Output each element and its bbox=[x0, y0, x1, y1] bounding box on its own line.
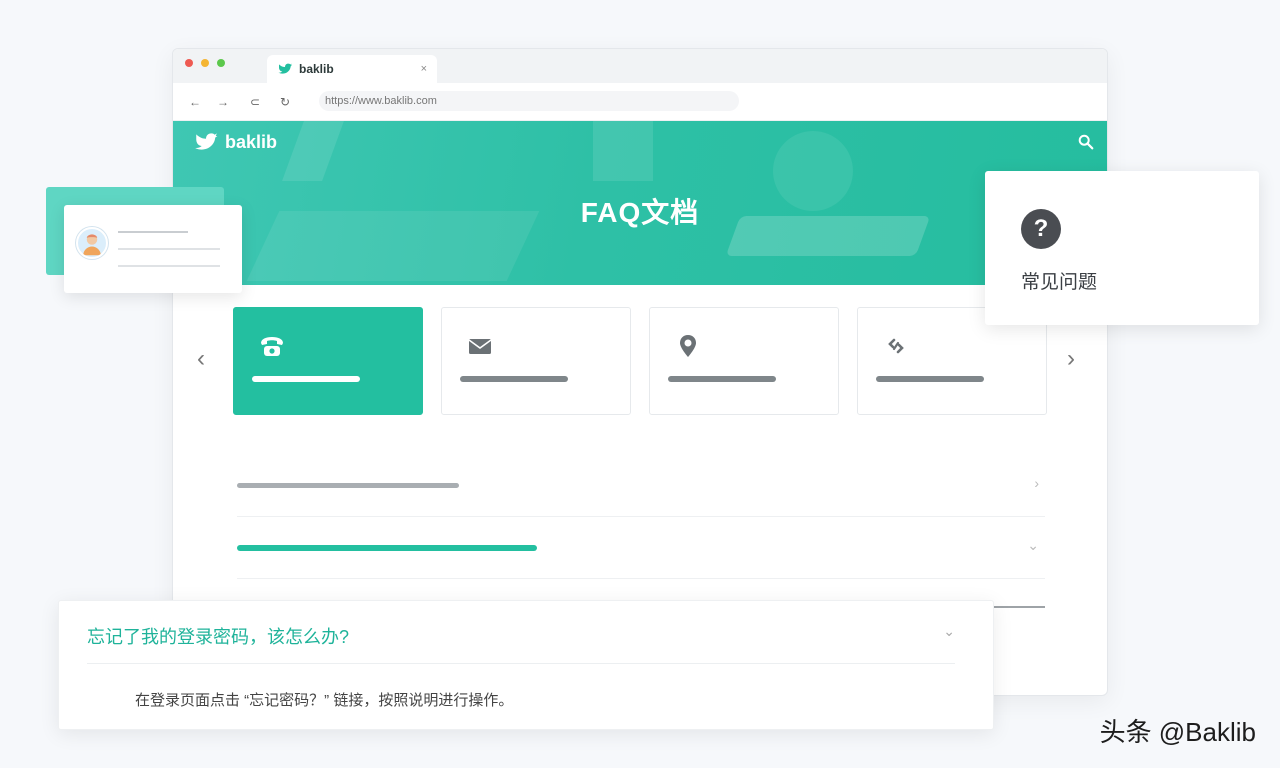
faq-answer: 在登录页面点击 “忘记密码？” 链接，按照说明进行操作。 bbox=[135, 692, 514, 709]
browser-tab[interactable]: baklib × bbox=[267, 55, 437, 83]
card-label-bar bbox=[460, 376, 568, 382]
list-item-bar bbox=[237, 483, 459, 488]
tab-bar: baklib × bbox=[173, 49, 1107, 83]
avatar bbox=[76, 227, 108, 259]
back-icon[interactable]: ← bbox=[187, 95, 203, 109]
url-input[interactable] bbox=[319, 91, 739, 111]
refresh-icon[interactable]: ↻ bbox=[277, 95, 293, 109]
faq-list-item-active[interactable]: ⌄ bbox=[237, 517, 1045, 579]
question-icon: ? bbox=[1021, 209, 1061, 249]
link-icon bbox=[888, 338, 904, 354]
user-detail-line bbox=[118, 265, 220, 267]
address-bar: ← → ⊂ ↻ bbox=[173, 83, 1107, 121]
browser-window: baklib × ← → ⊂ ↻ baklib FAQ文档 ‹ › bbox=[172, 48, 1108, 696]
card-label-bar bbox=[252, 376, 360, 382]
mail-icon bbox=[468, 339, 492, 354]
card-label-bar bbox=[876, 376, 984, 382]
chevron-down-icon[interactable]: ⌄ bbox=[943, 623, 955, 640]
location-pin-icon bbox=[680, 335, 696, 357]
search-icon[interactable] bbox=[1077, 133, 1095, 151]
baklib-bird-icon bbox=[195, 133, 218, 150]
tab-title: baklib bbox=[299, 62, 334, 76]
user-name-line bbox=[118, 231, 188, 233]
faq-category-card[interactable]: ? 常见问题 bbox=[985, 171, 1259, 325]
faq-question[interactable]: 忘记了我的登录密码，该怎么办? bbox=[87, 623, 349, 649]
hero-decor bbox=[593, 121, 653, 181]
forward-icon[interactable]: → bbox=[215, 95, 231, 109]
category-card-location[interactable] bbox=[649, 307, 839, 415]
hero-banner: baklib FAQ文档 bbox=[173, 121, 1107, 285]
avatar-image bbox=[83, 234, 101, 256]
reload-icon[interactable]: ⊂ bbox=[247, 95, 263, 109]
divider bbox=[87, 663, 955, 664]
baklib-bird-icon bbox=[278, 63, 292, 74]
close-window-dot[interactable] bbox=[185, 59, 193, 67]
maximize-window-dot[interactable] bbox=[217, 59, 225, 67]
hero-decor bbox=[282, 121, 344, 181]
list-item-bar bbox=[237, 545, 537, 551]
chevron-down-icon: ⌄ bbox=[1027, 537, 1039, 553]
page-title: FAQ文档 bbox=[580, 197, 700, 228]
faq-category-label: 常见问题 bbox=[1021, 272, 1098, 293]
watermark: 头条 @Baklib bbox=[1099, 717, 1256, 747]
site-brand: baklib bbox=[225, 131, 278, 152]
tab-close-icon[interactable]: × bbox=[421, 63, 427, 75]
faq-list-item[interactable]: › bbox=[237, 455, 1045, 517]
phone-icon bbox=[261, 337, 283, 356]
card-label-bar bbox=[668, 376, 776, 382]
category-card-phone[interactable] bbox=[233, 307, 423, 415]
user-card[interactable] bbox=[64, 205, 242, 293]
carousel-next-button[interactable]: › bbox=[1061, 345, 1081, 373]
user-detail-line bbox=[118, 248, 220, 250]
category-card-mail[interactable] bbox=[441, 307, 631, 415]
minimize-window-dot[interactable] bbox=[201, 59, 209, 67]
faq-answer-card: 忘记了我的登录密码，该怎么办? ⌄ 在登录页面点击 “忘记密码？” 链接，按照说… bbox=[58, 600, 994, 730]
chevron-right-icon: › bbox=[1034, 475, 1039, 491]
site-logo[interactable]: baklib bbox=[193, 129, 277, 155]
carousel-prev-button[interactable]: ‹ bbox=[191, 345, 211, 373]
